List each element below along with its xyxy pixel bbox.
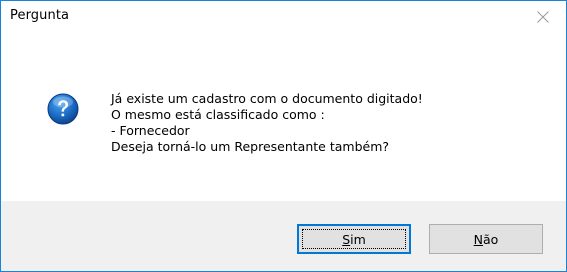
message-line: Deseja torná-lo um Representante também? <box>111 139 390 154</box>
yes-button[interactable]: Sim <box>297 224 411 254</box>
message-line: O mesmo está classificado como : <box>111 107 325 122</box>
message-line: - Fornecedor <box>111 123 190 138</box>
no-button-label: Não <box>473 231 499 247</box>
question-icon <box>47 93 79 125</box>
message-line: Já existe um cadastro com o documento di… <box>111 91 423 106</box>
close-icon <box>537 11 549 23</box>
no-button[interactable]: Não <box>429 224 543 254</box>
focus-rectangle <box>302 229 406 249</box>
message-text: Já existe um cadastro com o documento di… <box>111 91 423 155</box>
title-bar[interactable]: Pergunta <box>1 1 566 33</box>
dialog-content: Já existe um cadastro com o documento di… <box>1 33 566 201</box>
button-area: Sim Não <box>1 201 566 271</box>
dialog-title: Pergunta <box>10 8 70 23</box>
close-button[interactable] <box>520 1 566 33</box>
question-dialog: Pergunta Já existe um cadastro com o doc… <box>0 0 567 272</box>
